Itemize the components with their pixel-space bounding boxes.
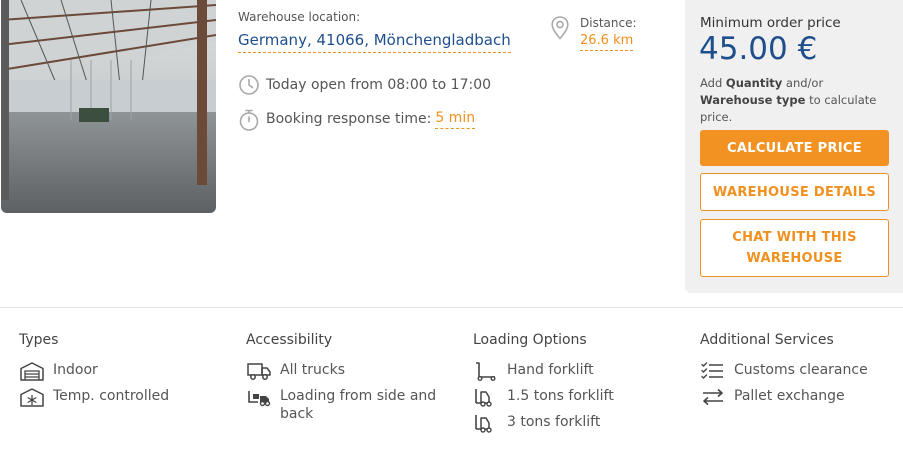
loading-icon <box>246 387 272 407</box>
exchange-arrows-icon <box>700 387 726 407</box>
distance-value: 26.6 km <box>580 33 634 51</box>
loading-options-section: Loading Options Hand forklift 1.5 tons f… <box>473 332 688 439</box>
price-note: Add Quantity and/or Warehouse type to ca… <box>700 76 877 124</box>
forklift-icon <box>473 413 499 433</box>
chat-warehouse-button[interactable]: CHAT WITH THIS WAREHOUSE <box>700 219 889 277</box>
min-price-label: Minimum order price <box>700 15 841 31</box>
list-item: 1.5 tons forklift <box>473 387 688 407</box>
types-section: Types Indoor Temp. controlled <box>19 332 234 413</box>
checklist-icon <box>700 361 726 381</box>
list-item: Indoor <box>19 361 234 381</box>
map-pin-icon <box>549 15 571 41</box>
booking-label: Booking response time: <box>266 111 432 127</box>
list-item: Pallet exchange <box>700 387 903 407</box>
distance-label: Distance: <box>580 16 637 30</box>
accessibility-title: Accessibility <box>246 332 333 348</box>
truck-icon <box>246 361 272 381</box>
warehouse-photo[interactable] <box>1 0 216 213</box>
booking-value: 5 min <box>435 110 476 129</box>
list-item: All trucks <box>246 361 461 381</box>
list-item: Customs clearance <box>700 361 903 381</box>
note-quantity: Quantity <box>725 76 783 90</box>
note-warehouse-type: Warehouse type <box>700 93 806 107</box>
list-item: Hand forklift <box>473 361 688 381</box>
list-item: 3 tons forklift <box>473 413 688 433</box>
stopwatch-icon <box>238 108 260 131</box>
calculate-price-button[interactable]: CALCULATE PRICE <box>700 130 889 166</box>
booking-response: Booking response time: 5 min <box>238 108 476 131</box>
accessibility-section: Accessibility All trucks Loading from si… <box>246 332 461 429</box>
additional-services-section: Additional Services Customs clearance Pa… <box>700 332 903 413</box>
list-item: Loading from side and back <box>246 387 461 423</box>
divider <box>0 307 903 308</box>
loading-options-title: Loading Options <box>473 332 587 348</box>
warehouse-icon <box>19 361 45 381</box>
clock-icon <box>238 74 260 96</box>
warehouse-details-button[interactable]: WAREHOUSE DETAILS <box>700 173 889 211</box>
additional-services-title: Additional Services <box>700 332 834 348</box>
types-title: Types <box>19 332 59 348</box>
opening-hours-text: Today open from 08:00 to 17:00 <box>266 77 492 93</box>
opening-hours: Today open from 08:00 to 17:00 <box>238 74 491 96</box>
min-price-value: 45.00 € <box>699 31 818 67</box>
location-value[interactable]: Germany, 41066, Mönchengladbach <box>238 31 511 53</box>
price-panel: Minimum order price 45.00 € Add Quantity… <box>685 0 903 293</box>
list-item: Temp. controlled <box>19 387 234 407</box>
snowflake-icon <box>19 387 45 407</box>
forklift-icon <box>473 387 499 407</box>
hand-forklift-icon <box>473 361 499 381</box>
location-label: Warehouse location: <box>238 10 361 24</box>
